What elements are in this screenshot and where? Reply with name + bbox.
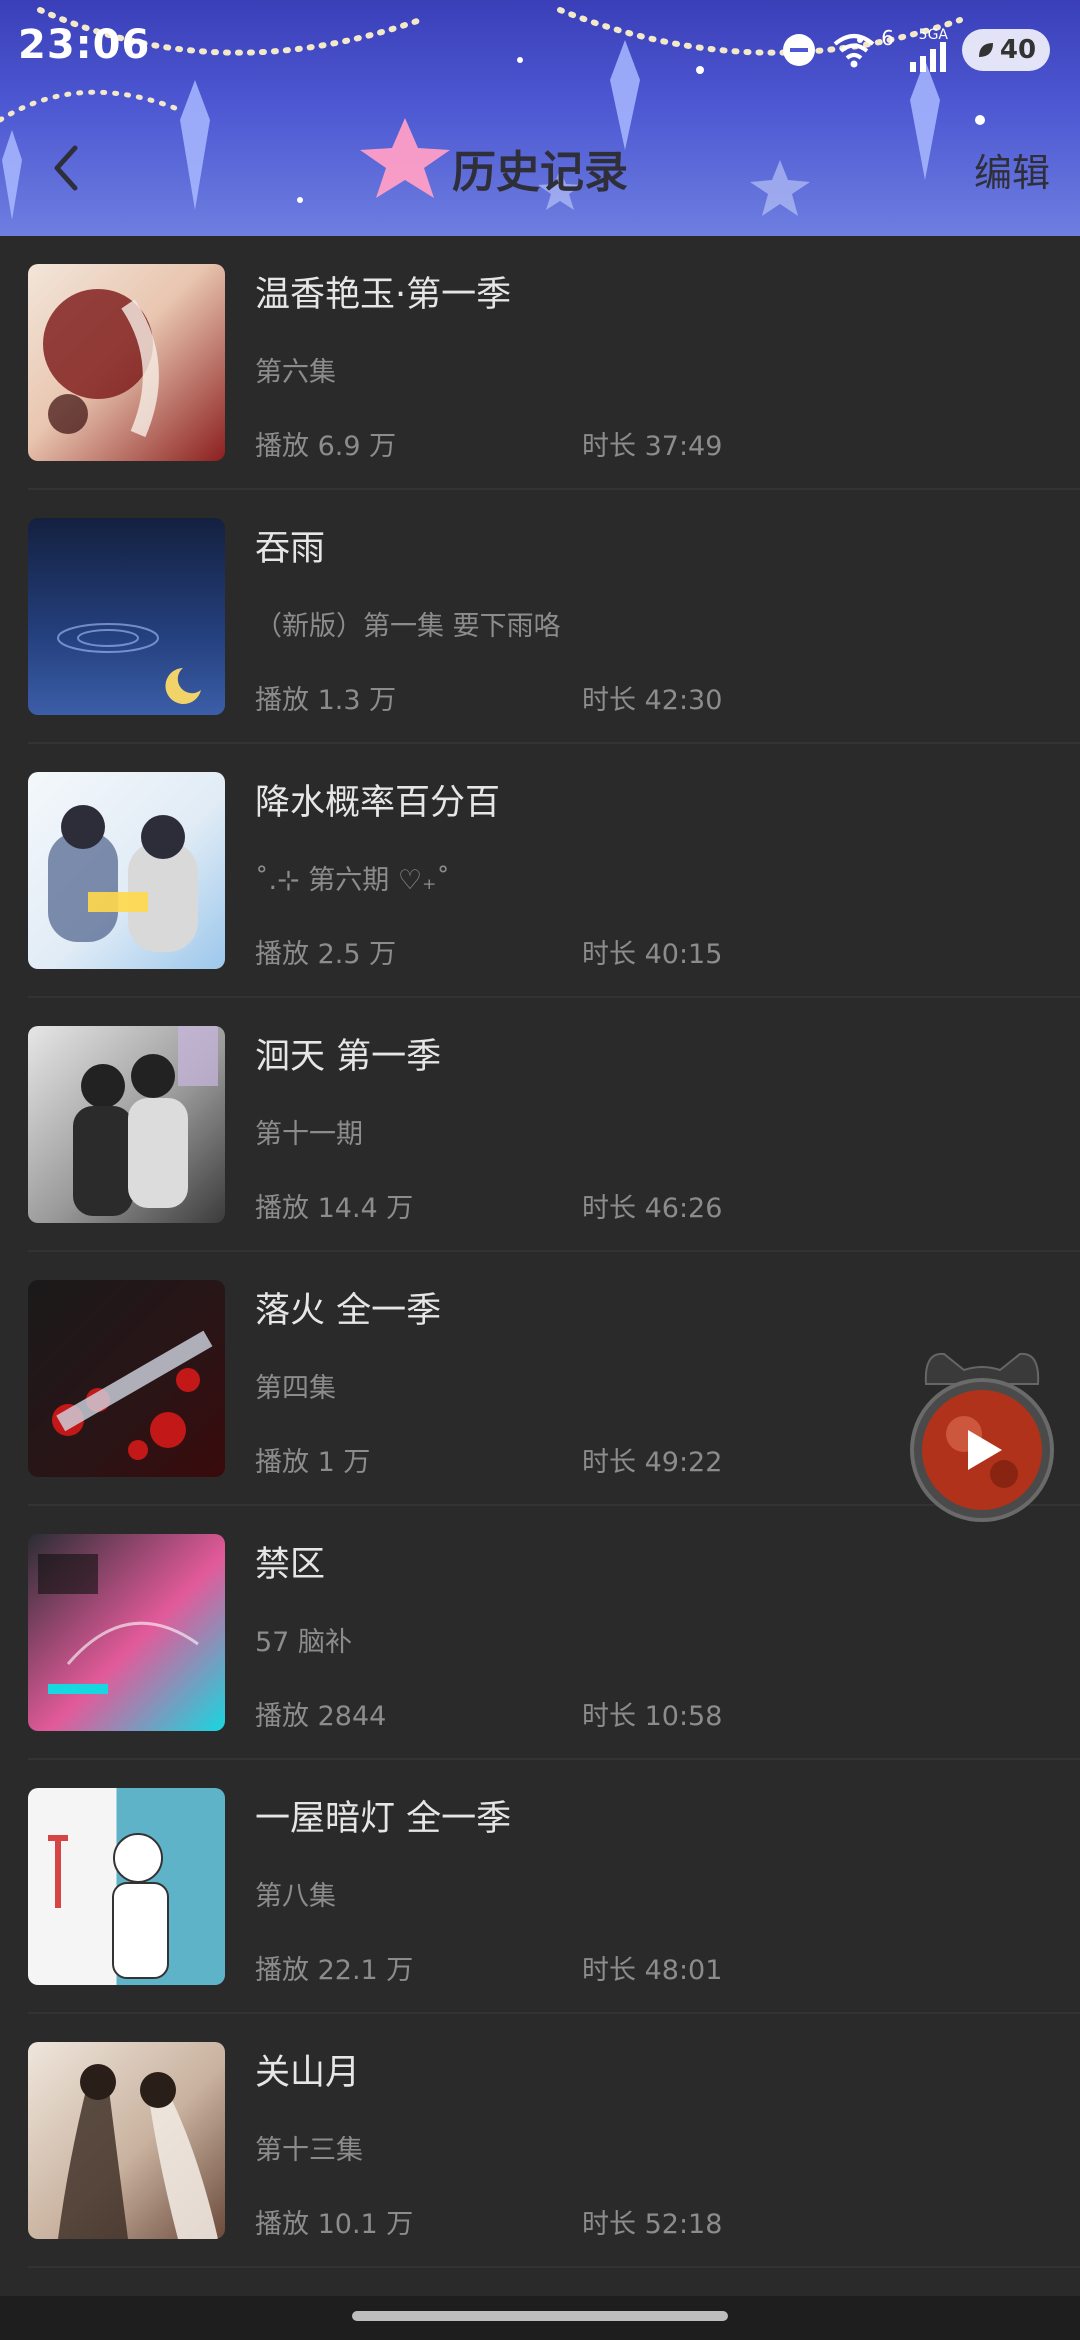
item-duration: 时长 42:30 bbox=[582, 685, 723, 716]
cover-art bbox=[57, 623, 201, 704]
history-item[interactable]: 禁区 57 脑补 播放 2844 时长 10:58 bbox=[0, 1506, 1080, 1760]
signal-icon bbox=[910, 42, 946, 72]
item-episode: 第十三集 bbox=[255, 2135, 363, 2166]
cover-image bbox=[28, 518, 225, 715]
cover-image bbox=[28, 772, 225, 969]
wifi-badge: 6 bbox=[881, 26, 894, 50]
item-episode: 第十一期 bbox=[255, 1119, 363, 1150]
item-title: 禁区 bbox=[255, 1545, 326, 1585]
cover-image bbox=[28, 1534, 225, 1731]
mini-player[interactable] bbox=[904, 1344, 1060, 1524]
cover-image bbox=[28, 264, 225, 461]
item-title: 吞雨 bbox=[255, 529, 326, 569]
item-episode: 第八集 bbox=[255, 1881, 336, 1912]
cover-image bbox=[28, 1026, 225, 1223]
item-duration: 时长 46:26 bbox=[582, 1193, 723, 1224]
home-indicator[interactable] bbox=[352, 2311, 728, 2321]
status-bar: 23:06 6 5GA 40 bbox=[0, 0, 1080, 100]
cover-art bbox=[58, 2064, 218, 2239]
item-title: 落火 全一季 bbox=[255, 1291, 442, 1331]
battery-indicator: 40 bbox=[962, 29, 1050, 71]
item-duration: 时长 48:01 bbox=[582, 1955, 723, 1986]
status-icons: 6 5GA 40 bbox=[781, 26, 1050, 72]
cover-art bbox=[38, 1554, 199, 1694]
item-duration: 时长 52:18 bbox=[582, 2209, 723, 2240]
history-item[interactable]: 降水概率百分百 ˚.⊹ 第六期 ♡₊˚ 播放 2.5 万 时长 40:15 bbox=[0, 744, 1080, 998]
cover-art bbox=[48, 1833, 169, 1979]
item-play-count: 播放 1 万 bbox=[255, 1447, 371, 1478]
item-play-count: 播放 22.1 万 bbox=[255, 1955, 414, 1986]
item-title: 温香艳玉·第一季 bbox=[255, 275, 512, 315]
item-title: 关山月 bbox=[255, 2053, 361, 2093]
cover-image bbox=[28, 2042, 225, 2239]
item-title: 洄天 第一季 bbox=[255, 1037, 442, 1077]
item-episode: 第四集 bbox=[255, 1373, 336, 1404]
cover-image bbox=[28, 1788, 225, 1985]
item-play-count: 播放 2.5 万 bbox=[255, 939, 397, 970]
leaf-icon bbox=[978, 43, 993, 57]
cover-art bbox=[48, 805, 198, 952]
history-item[interactable]: 温香艳玉·第一季 第六集 播放 6.9 万 时长 37:49 bbox=[0, 236, 1080, 490]
item-title: 降水概率百分百 bbox=[255, 783, 501, 823]
status-time: 23:06 bbox=[18, 22, 151, 68]
play-icon[interactable] bbox=[964, 1428, 1004, 1472]
edit-button[interactable]: 编辑 bbox=[974, 142, 1050, 197]
item-duration: 时长 40:15 bbox=[582, 939, 723, 970]
cover-image bbox=[28, 1280, 225, 1477]
app: 23:06 6 5GA 40 历史记录 编辑 温香艳玉·第一季 第六集 播放 6… bbox=[0, 0, 1080, 2340]
cover-art bbox=[52, 1330, 213, 1460]
item-duration: 时长 10:58 bbox=[582, 1701, 723, 1732]
cover-art bbox=[73, 1026, 218, 1216]
battery-level: 40 bbox=[999, 35, 1037, 65]
wifi-icon bbox=[833, 34, 875, 68]
history-item[interactable]: 一屋暗灯 全一季 第八集 播放 22.1 万 时长 48:01 bbox=[0, 1760, 1080, 2014]
item-play-count: 播放 6.9 万 bbox=[255, 431, 397, 462]
item-episode: 57 脑补 bbox=[255, 1627, 352, 1658]
cellular-signal: 5GA bbox=[908, 28, 948, 72]
page-title: 历史记录 bbox=[452, 147, 628, 198]
item-play-count: 播放 1.3 万 bbox=[255, 685, 397, 716]
item-title: 一屋暗灯 全一季 bbox=[255, 1799, 512, 1839]
do-not-disturb-icon bbox=[783, 34, 816, 66]
history-item[interactable]: 吞雨 （新版）第一集 要下雨咯 播放 1.3 万 时长 42:30 bbox=[0, 490, 1080, 744]
history-item[interactable]: 关山月 第十三集 播放 10.1 万 时长 52:18 bbox=[0, 2014, 1080, 2268]
history-item[interactable]: 洄天 第一季 第十一期 播放 14.4 万 时长 46:26 bbox=[0, 998, 1080, 1252]
item-play-count: 播放 2844 bbox=[255, 1701, 387, 1732]
item-play-count: 播放 10.1 万 bbox=[255, 2209, 414, 2240]
history-list: 温香艳玉·第一季 第六集 播放 6.9 万 时长 37:49 吞雨 （新版）第一… bbox=[0, 236, 1080, 2268]
header-banner: 23:06 6 5GA 40 历史记录 编辑 bbox=[0, 0, 1080, 236]
cover-art bbox=[43, 289, 159, 438]
item-duration: 时长 37:49 bbox=[582, 431, 723, 462]
item-play-count: 播放 14.4 万 bbox=[255, 1193, 414, 1224]
network-label: 5GA bbox=[918, 27, 948, 43]
item-episode: （新版）第一集 要下雨咯 bbox=[255, 611, 561, 642]
item-episode: ˚.⊹ 第六期 ♡₊˚ bbox=[255, 865, 450, 896]
item-episode: 第六集 bbox=[255, 357, 336, 388]
item-duration: 时长 49:22 bbox=[582, 1447, 723, 1478]
